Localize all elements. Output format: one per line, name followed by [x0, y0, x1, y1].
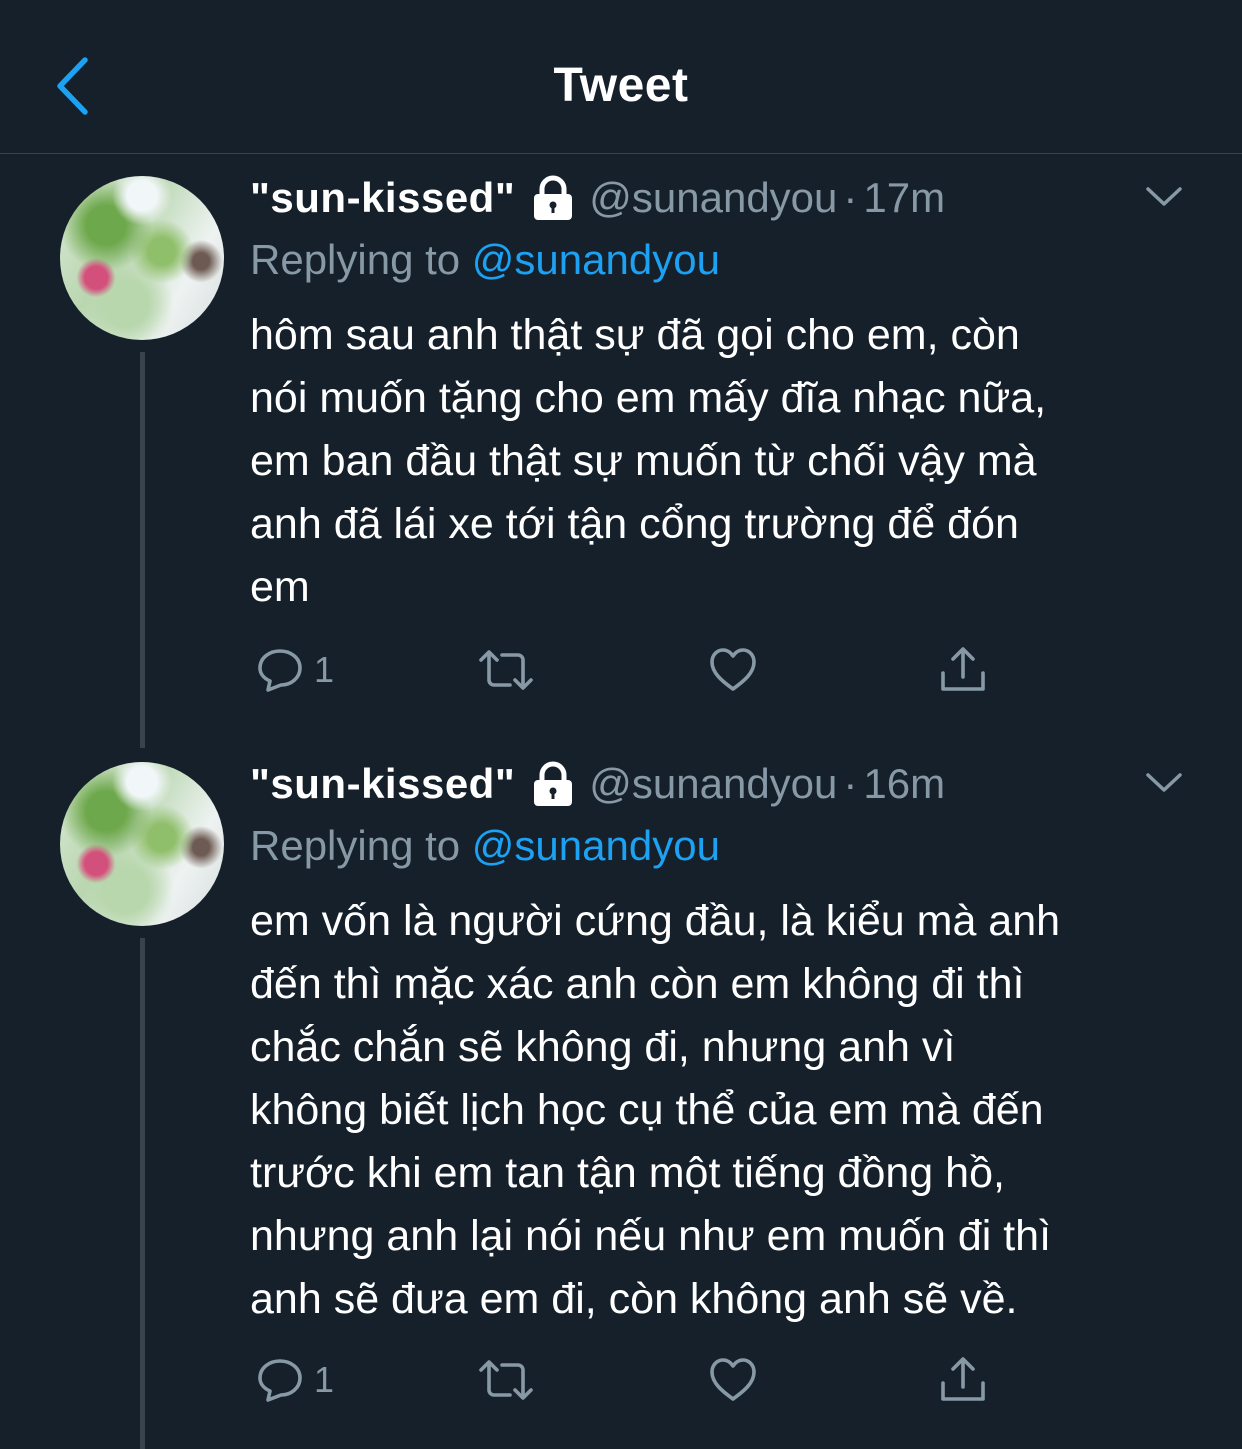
page-title: Tweet	[553, 59, 689, 112]
avatar[interactable]	[60, 176, 224, 340]
thread-connector-line	[140, 938, 145, 1449]
replying-to-label: Replying to	[250, 236, 461, 283]
avatar[interactable]	[60, 762, 224, 926]
like-button[interactable]	[708, 640, 758, 700]
retweet-button[interactable]	[478, 640, 534, 700]
caret-down-icon	[1146, 187, 1182, 206]
replying-to: Replying to @sunandyou	[250, 236, 720, 284]
tweet-actions: 1	[252, 640, 1012, 700]
tweet-2[interactable]: "sun-kissed" @sunandyou · 16m Replying t…	[0, 740, 1242, 1449]
user-handle[interactable]: @sunandyou	[589, 174, 837, 222]
lock-icon	[531, 175, 575, 221]
separator-dot: ·	[843, 174, 858, 221]
tweet-header: "sun-kissed" @sunandyou · 16m	[250, 758, 1180, 810]
lock-icon	[531, 761, 575, 807]
reply-icon	[258, 649, 302, 692]
tweet-1[interactable]: "sun-kissed" @sunandyou · 17m Replying t…	[0, 154, 1242, 754]
reply-count: 1	[314, 1359, 335, 1400]
user-handle[interactable]: @sunandyou	[589, 760, 837, 808]
tweet-text: em vốn là người cứng đầu, là kiểu mà anh…	[250, 897, 1061, 1323]
replying-to-handle[interactable]: @sunandyou	[472, 236, 720, 283]
replying-to-handle[interactable]: @sunandyou	[472, 822, 720, 869]
top-nav-bar: Tweet	[0, 0, 1242, 154]
reply-icon	[258, 1359, 302, 1402]
reply-button[interactable]: 1	[256, 640, 334, 700]
retweet-button[interactable]	[478, 1350, 534, 1410]
retweet-icon	[479, 1360, 533, 1400]
more-options-button[interactable]	[1144, 770, 1184, 801]
caret-down-icon	[1146, 773, 1182, 792]
like-button[interactable]	[708, 1350, 758, 1410]
more-options-button[interactable]	[1144, 184, 1184, 215]
share-icon	[941, 647, 985, 691]
like-icon	[710, 648, 756, 691]
display-name[interactable]: "sun-kissed"	[250, 760, 515, 808]
share-button[interactable]	[938, 640, 988, 700]
reply-button[interactable]: 1	[256, 1350, 334, 1410]
reply-count: 1	[314, 649, 335, 690]
tweet-text: hôm sau anh thật sự đã gọi cho em, còn n…	[250, 311, 1047, 611]
timestamp[interactable]: 17m	[863, 174, 945, 222]
tweet-header: "sun-kissed" @sunandyou · 17m	[250, 172, 1180, 224]
display-name[interactable]: "sun-kissed"	[250, 174, 515, 222]
like-icon	[710, 1358, 756, 1401]
replying-to-label: Replying to	[250, 822, 461, 869]
retweet-icon	[479, 650, 533, 690]
tweet-actions: 1	[252, 1350, 1012, 1410]
separator-dot: ·	[843, 760, 858, 807]
share-icon	[941, 1357, 985, 1401]
thread-connector-line	[140, 352, 145, 748]
replying-to: Replying to @sunandyou	[250, 822, 720, 870]
share-button[interactable]	[938, 1350, 988, 1410]
timestamp[interactable]: 16m	[863, 760, 945, 808]
